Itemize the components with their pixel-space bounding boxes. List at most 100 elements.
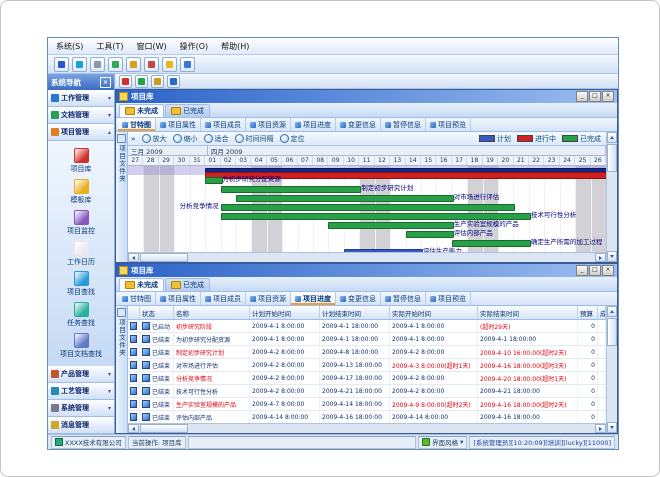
sidebar-section[interactable]: 产品管理▾	[48, 366, 114, 383]
menu-item[interactable]: 系统(S)	[56, 41, 83, 52]
lock-icon[interactable]	[162, 57, 177, 72]
column-header[interactable]: 预算	[578, 306, 598, 319]
gantt-bar[interactable]	[205, 177, 222, 184]
gantt-bar[interactable]	[221, 213, 531, 220]
sidebar-section[interactable]: 项目管理▴	[48, 124, 114, 141]
table-row[interactable]: 已结束评估内部产品2009-4-14 8:00:002009-4-16 18:0…	[128, 411, 606, 423]
gantt-tool-button[interactable]: 缩小	[173, 134, 198, 144]
column-header[interactable]: 实际开始时间	[390, 306, 478, 319]
new-project-icon[interactable]	[119, 75, 132, 88]
scroll-thumb[interactable]	[607, 318, 617, 346]
message-icon[interactable]	[126, 57, 141, 72]
restore-button[interactable]: □	[589, 265, 601, 276]
scroll-track[interactable]	[607, 347, 617, 422]
tab[interactable]: 项目资源	[246, 292, 291, 305]
scroll-track[interactable]	[607, 173, 617, 251]
vertical-scrollbar[interactable]	[606, 132, 617, 262]
sidebar-section[interactable]: 系统管理▾	[48, 400, 114, 417]
sidebar-section[interactable]: 工艺管理▾	[48, 383, 114, 400]
gantt-tool-button[interactable]: 时间间隔	[235, 134, 274, 144]
print-icon[interactable]	[90, 57, 105, 72]
sidebar-section[interactable]: 文档管理▾	[48, 107, 114, 124]
scroll-track[interactable]	[189, 424, 595, 433]
close-button[interactable]: ×	[602, 265, 614, 276]
sidebar-section[interactable]: 工作管理▾	[48, 90, 114, 107]
scroll-thumb[interactable]	[140, 253, 188, 262]
gantt-tool-button[interactable]: 适合	[204, 134, 229, 144]
column-header[interactable]: 实际结束时间	[478, 306, 578, 319]
sidebar-item[interactable]: 项目查找	[48, 271, 114, 297]
tab[interactable]: 变更信息	[336, 292, 381, 305]
vertical-scrollbar[interactable]	[606, 306, 617, 433]
refresh-icon[interactable]	[167, 75, 180, 88]
scroll-down-icon[interactable]	[607, 251, 617, 262]
gantt-bar[interactable]	[221, 186, 362, 193]
tab[interactable]: 项目预览	[426, 118, 471, 131]
open-project-icon[interactable]	[135, 75, 148, 88]
table-row[interactable]: 已结束分析竞争情况2009-4-2 8:00:002009-4-17 18:00…	[128, 372, 606, 385]
gantt-bar[interactable]	[221, 204, 516, 211]
restore-button[interactable]: □	[589, 91, 601, 102]
table-row[interactable]: 已结束生产实验室规模的产品2009-4-7 8:00:002009-4-14 1…	[128, 398, 606, 411]
tab[interactable]: 甘特图	[118, 292, 156, 305]
scroll-left-icon[interactable]	[128, 424, 139, 433]
table-window-titlebar[interactable]: 项目库 _□×	[116, 264, 617, 277]
table-row[interactable]: 已结束技术可行性分析2009-4-2 8:00:002009-4-21 18:0…	[128, 385, 606, 398]
minimize-button[interactable]: _	[576, 265, 588, 276]
menu-item[interactable]: 帮助(H)	[221, 41, 249, 52]
help-icon[interactable]	[180, 57, 195, 72]
scroll-down-icon[interactable]	[607, 422, 617, 433]
tab[interactable]: 未完成	[119, 278, 164, 291]
tab[interactable]: 项目成员	[201, 292, 246, 305]
column-header[interactable]: 成	[598, 306, 606, 319]
tab[interactable]: 已完成	[165, 278, 210, 291]
gantt-window-titlebar[interactable]: 项目库 _□×	[116, 90, 617, 103]
sidebar-item[interactable]: 项目文档查找	[48, 333, 114, 359]
gantt-tool-button[interactable]: 放大	[142, 134, 167, 144]
gantt-bar[interactable]	[406, 231, 454, 238]
sidebar-item[interactable]: 任务查找	[48, 302, 114, 328]
overflow-chevron-icon[interactable]: »	[131, 135, 136, 143]
minimize-button[interactable]: _	[576, 91, 588, 102]
gantt-bar[interactable]	[452, 240, 531, 247]
browse-icon[interactable]	[72, 57, 87, 72]
scroll-track[interactable]	[189, 253, 595, 262]
gantt-bar[interactable]	[344, 249, 423, 252]
table-row[interactable]: 已结束制定初步研究计划2009-4-2 8:00:002009-4-8 18:0…	[128, 346, 606, 359]
folder-panel-tab[interactable]: 项目文件夹	[116, 132, 128, 262]
sidebar-item[interactable]: 模板库	[48, 179, 114, 205]
column-header[interactable]	[128, 306, 140, 319]
menu-item[interactable]: 工具(T)	[96, 41, 123, 52]
column-header[interactable]: 计划开始时间	[250, 306, 320, 319]
tab[interactable]: 项目成员	[201, 118, 246, 131]
tab[interactable]: 变更信息	[336, 118, 381, 131]
tab[interactable]: 项目进度	[291, 118, 336, 131]
save-icon[interactable]	[54, 57, 69, 72]
tab[interactable]: 项目资源	[246, 118, 291, 131]
chart-icon[interactable]	[108, 57, 123, 72]
table-row[interactable]: 已结束对市场进行评估2009-4-2 8:00:002009-4-13 18:0…	[128, 359, 606, 372]
gantt-bar[interactable]	[236, 195, 454, 202]
sidebar-section[interactable]: 消息管理	[48, 417, 114, 434]
close-button[interactable]: ×	[602, 91, 614, 102]
statusbar-style-selector[interactable]: 界面风格 ▾	[418, 436, 467, 449]
folder-panel-tab[interactable]: 项目文件夹	[116, 306, 128, 433]
table-row[interactable]: 已启动初步研究阶段2009-4-1 8:00:002009-4-1 18:00:…	[128, 320, 606, 333]
tab[interactable]: 项目属性	[156, 292, 201, 305]
tab[interactable]: 未完成	[119, 104, 164, 117]
tab[interactable]: 暂停信息	[381, 118, 426, 131]
scroll-right-icon[interactable]	[595, 253, 606, 262]
scroll-left-icon[interactable]	[128, 253, 139, 262]
horizontal-scrollbar[interactable]	[128, 423, 606, 433]
column-header[interactable]: 名称	[174, 306, 250, 319]
horizontal-scrollbar[interactable]	[128, 252, 606, 262]
tab[interactable]: 已完成	[165, 104, 210, 117]
close-icon[interactable]: ×	[100, 77, 111, 88]
sidebar-item[interactable]: 项目库	[48, 148, 114, 174]
sidebar-item[interactable]: 工作日历	[48, 241, 114, 267]
column-header[interactable]: 计划结束时间	[320, 306, 390, 319]
gantt-bar[interactable]	[328, 222, 453, 229]
edit-project-icon[interactable]	[151, 75, 164, 88]
tab[interactable]: 项目属性	[156, 118, 201, 131]
sidebar-item[interactable]: 项目监控	[48, 210, 114, 236]
